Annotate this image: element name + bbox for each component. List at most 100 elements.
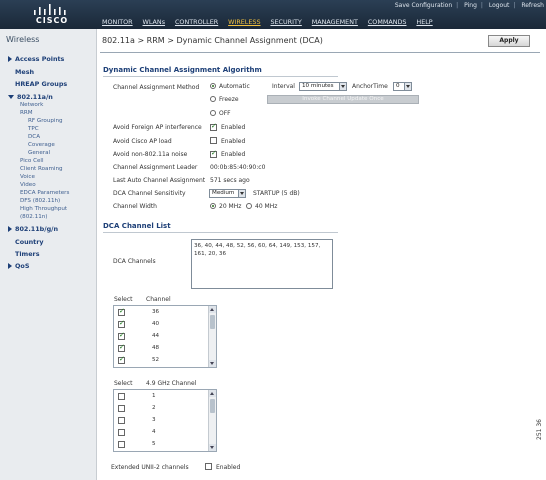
sidebar-item-high-throughput[interactable]: High Throughput [20,206,67,212]
select-column-header: Select [114,296,133,303]
interval-select[interactable]: 10 minutes [299,82,347,91]
channel-checkbox[interactable] [118,343,125,352]
channel-checkbox[interactable] [118,319,125,328]
logout-link[interactable]: Logout [489,2,510,9]
method-automatic-label: Automatic [219,83,250,90]
nav-commands[interactable]: COMMANDS [368,18,407,26]
sidebar-item-mesh[interactable]: Mesh [15,68,34,76]
method-automatic-radio[interactable] [210,83,216,89]
nav-wireless[interactable]: WIRELESS [228,18,260,26]
scroll-up-icon[interactable] [209,390,216,397]
chevron-down-icon [238,190,245,197]
channel-listbox[interactable]: 36 40 44 48 52 [113,305,217,368]
scroll-up-icon[interactable] [209,306,216,313]
sidebar-item-qos[interactable]: QoS [8,262,29,270]
anchor-time-select[interactable]: 0 [393,82,412,91]
sidebar: Wireless Access Points Mesh HREAP Groups… [0,29,97,480]
width-40mhz-radio[interactable] [246,203,252,209]
ghz-channel-checkbox[interactable] [118,429,125,436]
refresh-link[interactable]: Refresh [521,2,544,9]
nav-help[interactable]: HELP [416,18,432,26]
ghz-channel-checkbox[interactable] [118,441,125,448]
method-off-radio[interactable] [210,110,216,116]
sidebar-item-country[interactable]: Country [15,238,44,246]
leader-value: 00:0b:85:40:90:c0 [210,164,266,171]
sensitivity-note: STARTUP (5 dB) [253,190,300,197]
invoke-channel-update-button[interactable]: Invoke Channel Update Once [267,95,419,104]
avoid-cisco-checkbox[interactable] [210,137,217,144]
sidebar-item-general[interactable]: General [28,150,50,156]
ghz-channel-listbox[interactable]: 1 2 3 4 5 [113,389,217,452]
scroll-thumb[interactable] [210,315,215,329]
ping-link[interactable]: Ping [464,2,477,9]
method-off-label: OFF [219,110,231,117]
channel-checkbox[interactable] [118,307,125,316]
ghz-channel-checkbox[interactable] [118,393,125,400]
top-banner: CISCO Save Configuration | Ping | Logout | … [0,0,546,29]
apply-button[interactable]: Apply [488,35,530,47]
sidebar-item-802-11a-n[interactable]: 802.11a/n [8,93,53,101]
nav-security[interactable]: SECURITY [270,18,301,26]
avoid-noise-checkbox[interactable] [210,149,217,158]
ghz-channel-column-header: 4.9 GHz Channel [146,380,197,387]
unii2-checkbox[interactable] [205,463,212,470]
channel-list-scrollbar[interactable] [208,306,216,367]
ghz-channel-checkbox[interactable] [118,417,125,424]
avoid-cisco-enabled-label: Enabled [221,138,246,145]
sidebar-item-802-11n-note: (802.11n) [20,214,48,220]
sidebar-item-hreap-groups[interactable]: HREAP Groups [15,80,67,88]
sidebar-item-coverage[interactable]: Coverage [28,142,55,148]
section-divider [103,76,338,77]
method-freeze-label: Freeze [219,96,239,103]
avoid-foreign-label: Avoid Foreign AP interference [113,124,202,131]
method-freeze-radio[interactable] [210,96,216,102]
scroll-down-icon[interactable] [209,360,216,367]
width-40mhz-label: 40 MHz [255,203,278,210]
sidebar-item-pico-cell[interactable]: Pico Cell [20,158,44,164]
sidebar-item-access-points[interactable]: Access Points [8,55,64,63]
algorithm-section-title: Dynamic Channel Assignment Algorithm [103,66,262,74]
dca-channels-label: DCA Channels [113,258,156,265]
sidebar-item-rrm[interactable]: RRM [20,110,33,116]
sidebar-item-video[interactable]: Video [20,182,36,188]
channel-checkbox[interactable] [118,331,125,340]
width-20mhz-radio[interactable] [210,203,216,209]
sidebar-item-dca[interactable]: DCA [28,134,40,140]
collapse-arrow-icon [8,95,14,99]
sidebar-item-dfs[interactable]: DFS (802.11h) [20,198,60,204]
avoid-noise-label: Avoid non-802.11a noise [113,151,188,158]
ghz-channel-row: 5 [114,438,208,452]
title-divider [100,52,540,53]
sidebar-item-tpc[interactable]: TPC [28,126,39,132]
method-label: Channel Assignment Method [113,84,200,91]
save-configuration-link[interactable]: Save Configuration [395,2,452,9]
nav-controller[interactable]: CONTROLLER [175,18,218,26]
sidebar-item-timers[interactable]: Timers [15,250,40,258]
sensitivity-select[interactable]: Medium [209,189,246,198]
avoid-foreign-enabled-label: Enabled [221,124,246,131]
sidebar-item-network[interactable]: Network [20,102,43,108]
main-nav: MONITOR WLANs CONTROLLER WIRELESS SECURI… [102,18,441,26]
nav-monitor[interactable]: MONITOR [102,18,133,26]
sidebar-item-client-roaming[interactable]: Client Roaming [20,166,63,172]
sidebar-item-rf-grouping[interactable]: RF Grouping [28,118,63,124]
last-run-value: 571 secs ago [210,177,250,184]
sidebar-item-voice[interactable]: Voice [20,174,35,180]
channel-row: 52 [114,354,208,368]
channel-checkbox[interactable] [118,355,125,364]
channel-width-label: Channel Width [113,203,157,210]
scroll-thumb[interactable] [210,399,215,413]
ghz-channel-list-scrollbar[interactable] [208,390,216,451]
nav-wlans[interactable]: WLANs [143,18,166,26]
avoid-foreign-checkbox[interactable] [210,122,217,131]
sidebar-item-802-11b-g-n[interactable]: 802.11b/g/n [8,225,58,233]
scroll-down-icon[interactable] [209,444,216,451]
nav-management[interactable]: MANAGEMENT [312,18,358,26]
ghz-channel-checkbox[interactable] [118,405,125,412]
cisco-logo: CISCO [22,4,82,26]
anchor-time-label: AnchorTime [352,83,388,90]
avoid-cisco-label: Avoid Cisco AP load [113,138,172,145]
dca-channels-textarea[interactable]: 36, 40, 44, 48, 52, 56, 60, 64, 149, 153… [191,239,333,289]
sidebar-item-edca-parameters[interactable]: EDCA Parameters [20,190,69,196]
width-20mhz-label: 20 MHz [219,203,242,210]
